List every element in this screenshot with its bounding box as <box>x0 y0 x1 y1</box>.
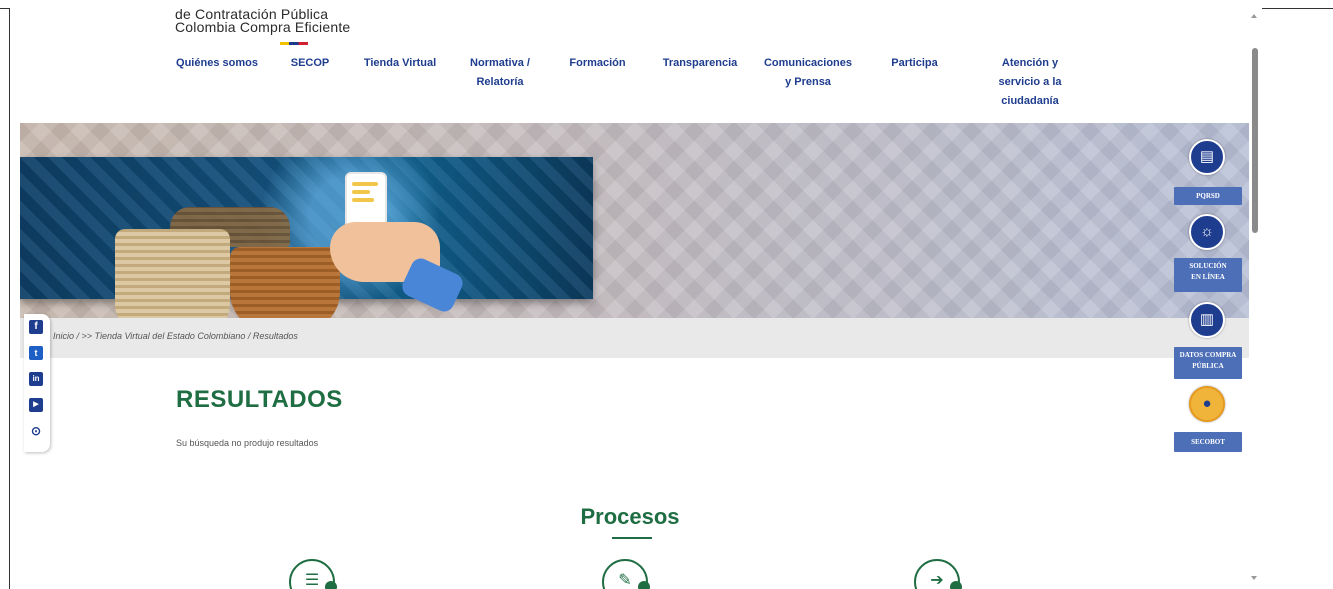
twitter-icon[interactable]: t <box>29 346 43 360</box>
vertical-scrollbar[interactable] <box>1249 8 1262 589</box>
nav-label: Atención y servicio a la ciudadanía <box>998 57 1062 107</box>
icon-dot <box>638 581 650 589</box>
procesos-underline <box>612 537 652 539</box>
nav-quienes-somos[interactable]: Quiénes somos <box>167 54 267 73</box>
logo-line-2: Colombia Compra Eficiente <box>175 19 351 35</box>
breadcrumb-bar: Inicio / >> Tienda Virtual del Estado Co… <box>20 318 1250 358</box>
phone-screen-line <box>352 190 370 194</box>
no-results-message: Su búsqueda no produjo resultados <box>176 438 319 448</box>
pqrsd-button[interactable]: PQRSD <box>1174 187 1242 205</box>
secobot-button[interactable]: SECOBOT <box>1174 432 1242 452</box>
basket-image <box>115 229 230 318</box>
pencil-icon[interactable]: ✎ <box>602 559 650 589</box>
nav-label: SECOP <box>290 57 330 69</box>
phone-screen-line <box>352 182 378 186</box>
checklist-icon[interactable]: ☰ <box>289 559 337 589</box>
icon-dot <box>950 581 962 589</box>
facebook-icon[interactable]: f <box>29 320 43 334</box>
nav-participa[interactable]: Participa <box>882 54 947 73</box>
page-viewport: de Contratación Pública Colombia Compra … <box>9 8 1250 589</box>
secobot-icon[interactable]: ● <box>1189 386 1225 422</box>
logo-flag-bar <box>280 42 308 45</box>
nav-tienda-virtual[interactable]: Tienda Virtual <box>355 54 445 73</box>
scroll-up-arrow-icon[interactable] <box>1251 14 1257 18</box>
lightbulb-icon[interactable]: ☼ <box>1189 214 1225 250</box>
nav-atencion[interactable]: Atención y servicio a la ciudadanía <box>985 54 1075 111</box>
basket-image <box>230 247 340 318</box>
scroll-thumb[interactable] <box>1252 48 1258 233</box>
main-navigation: Quiénes somos SECOP Tienda Virtual Norma… <box>10 54 1250 124</box>
nav-comunicaciones[interactable]: Comunicaciones y Prensa <box>758 54 858 92</box>
phone-screen-line <box>352 198 374 202</box>
breadcrumb[interactable]: Inicio / >> Tienda Virtual del Estado Co… <box>53 331 298 341</box>
arrow-right-icon[interactable]: ➔ <box>914 559 962 589</box>
nav-label: Formación <box>569 57 626 69</box>
social-media-bar: f t in ▶ ⊙ <box>24 314 50 452</box>
nav-formacion[interactable]: Formación <box>560 54 635 73</box>
linkedin-icon[interactable]: in <box>29 372 43 386</box>
nav-label: Normativa / Relatoría <box>470 57 530 88</box>
nav-normativa[interactable]: Normativa / Relatoría <box>460 54 540 92</box>
icon-dot <box>325 581 337 589</box>
nav-label: Tienda Virtual <box>363 57 437 69</box>
site-logo[interactable]: de Contratación Pública Colombia Compra … <box>175 8 350 34</box>
page-title: RESULTADOS <box>176 386 343 413</box>
nav-label: Comunicaciones y Prensa <box>763 57 853 88</box>
youtube-icon[interactable]: ▶ <box>29 398 43 412</box>
nav-label: Quiénes somos <box>176 57 258 69</box>
hero-banner <box>20 123 1250 318</box>
procesos-heading: Procesos <box>580 504 680 529</box>
nav-transparencia[interactable]: Transparencia <box>655 54 745 73</box>
chart-icon[interactable]: ▥ <box>1189 302 1225 338</box>
rss-icon[interactable]: ⊙ <box>29 424 43 438</box>
scroll-down-arrow-icon[interactable] <box>1251 576 1257 580</box>
datos-compra-publica-button[interactable]: DATOS COMPRA PÚBLICA <box>1174 347 1242 379</box>
solucion-en-linea-button[interactable]: SOLUCIÓN EN LÍNEA <box>1174 258 1242 292</box>
nav-label: Transparencia <box>662 57 738 69</box>
nav-secop[interactable]: SECOP <box>285 54 335 73</box>
banner-photo <box>20 157 593 318</box>
nav-label: Participa <box>891 57 938 69</box>
document-icon[interactable]: ▤ <box>1189 139 1225 175</box>
